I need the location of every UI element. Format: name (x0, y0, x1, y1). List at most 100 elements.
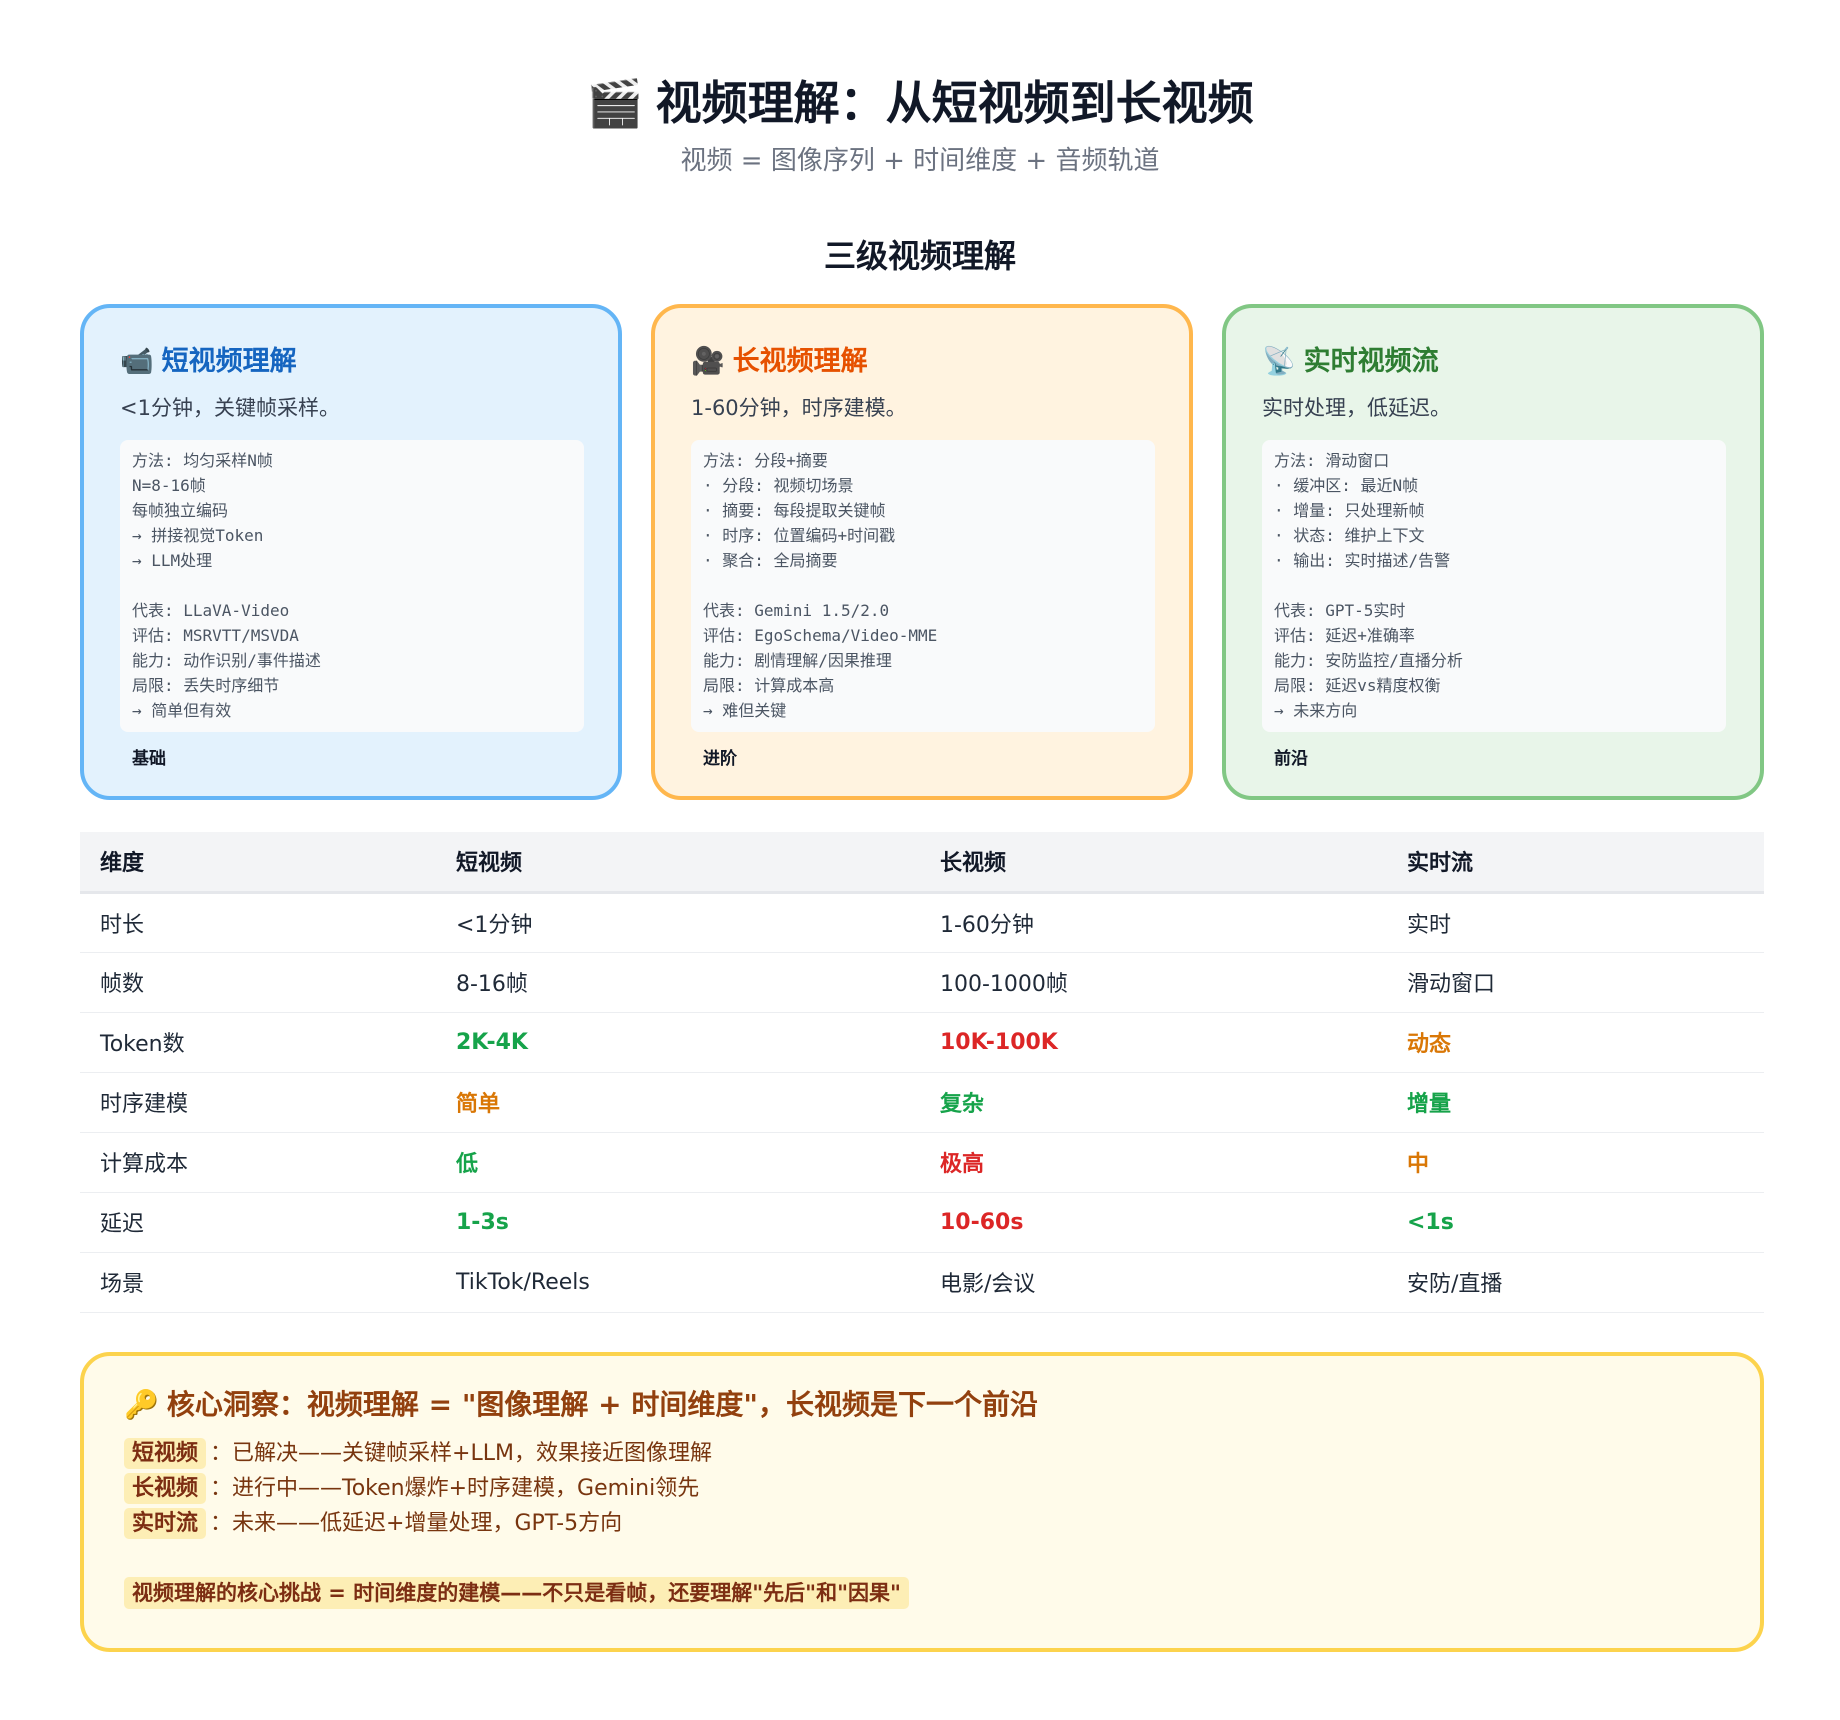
card-detail-line: · 状态: 维护上下文 (1274, 526, 1425, 545)
card-realtime-stream: 📡 实时视频流 实时处理，低延迟。 方法: 滑动窗口 · 缓冲区: 最近N帧 · … (1222, 304, 1764, 800)
section-title: 三级视频理解 (823, 237, 1016, 275)
card-detail-line: → 简单但有效 (132, 701, 232, 720)
table-cell: 10-60s (940, 1209, 1024, 1235)
table-cell-dimension: 时长 (100, 912, 145, 938)
table-cell: 实时 (1407, 912, 1452, 938)
table-header-cell: 短视频 (456, 851, 523, 877)
insight-tag: 实时流 (124, 1508, 207, 1539)
card-detail-line (703, 573, 1143, 598)
card-detail-line: 方法: 分段+摘要 (703, 451, 828, 470)
card-description: 1-60分钟，时序建模。 (691, 396, 907, 420)
table-cell: <1s (1407, 1209, 1454, 1235)
card-detail-line: 评估: EgoSchema/Video-MME (703, 626, 938, 645)
card-detail-box: 方法: 滑动窗口 · 缓冲区: 最近N帧 · 增量: 只处理新帧 · 状态: 维… (1262, 440, 1726, 732)
card-detail-box: 方法: 均匀采样N帧 N=8-16帧 每帧独立编码 → 拼接视觉Token → … (120, 440, 584, 732)
card-detail-line: 评估: MSRVTT/MSVDA (132, 626, 299, 645)
card-detail-line: 能力: 安防监控/直播分析 (1274, 651, 1463, 670)
card-detail-box: 方法: 分段+摘要 · 分段: 视频切场景 · 摘要: 每段提取关键帧 · 时序… (691, 440, 1155, 732)
card-detail-line: N=8-16帧 (132, 476, 206, 495)
tier-cards: 📹 短视频理解 <1分钟，关键帧采样。 方法: 均匀采样N帧 N=8-16帧 每帧… (80, 304, 1764, 800)
card-description: <1分钟，关键帧采样。 (120, 396, 340, 420)
table-cell: 电影/会议 (940, 1272, 1036, 1297)
table-header-cell: 实时流 (1407, 851, 1474, 877)
card-level-label: 前沿 (1274, 749, 1308, 769)
page-title: 🎬 视频理解：从短视频到长视频 (0, 70, 1840, 136)
table-cell: 增量 (1407, 1092, 1452, 1117)
insight-text: ：未来——低延迟+增量处理，GPT-5方向 (210, 1511, 623, 1536)
table-row: 计算成本 低 极高 中 (80, 1132, 1764, 1192)
insight-tag: 短视频 (124, 1438, 207, 1469)
card-detail-line (132, 573, 572, 598)
card-detail-line: 局限: 延迟vs精度权衡 (1274, 676, 1441, 695)
table-header-cell: 维度 (100, 851, 145, 877)
table-cell: 复杂 (940, 1092, 985, 1117)
table-cell: 滑动窗口 (1407, 972, 1496, 997)
card-detail-line: → 难但关键 (703, 701, 787, 720)
table-cell: 100-1000帧 (940, 972, 1068, 997)
card-detail-line: 局限: 计算成本高 (703, 676, 835, 695)
card-title: 🎥 长视频理解 (691, 342, 1153, 382)
insight-title-text: 核心洞察：视频理解 = "图像理解 + 时间维度"，长视频是下一个前沿 (166, 1388, 1038, 1421)
card-detail-line: 代表: LLaVA-Video (132, 601, 290, 620)
table-cell-dimension: 帧数 (100, 972, 145, 997)
table-cell: 1-60分钟 (940, 912, 1034, 938)
video-camera-icon: 📹 (120, 346, 154, 377)
table-cell: 10K-100K (940, 1029, 1058, 1055)
table-cell: 1-3s (456, 1209, 509, 1235)
table-cell: 中 (1407, 1152, 1430, 1177)
insight-lines: 短视频 ：已解决——关键帧采样+LLM，效果接近图像理解 长视频 ：进行中——Tok… (124, 1436, 1720, 1541)
comparison-table-grid: 维度 短视频 长视频 实时流 时长 <1分钟 1-60分钟 实时 帧数 8-16… (80, 832, 1764, 1313)
card-short-video: 📹 短视频理解 <1分钟，关键帧采样。 方法: 均匀采样N帧 N=8-16帧 每帧… (80, 304, 622, 800)
card-detail-line: 每帧独立编码 (132, 501, 229, 520)
card-description: 实时处理，低延迟。 (1262, 396, 1451, 420)
card-detail-line: 方法: 滑动窗口 (1274, 451, 1390, 470)
table-cell-dimension: Token数 (100, 1032, 185, 1057)
table-header-row: 维度 短视频 长视频 实时流 (80, 832, 1764, 892)
card-detail-line: · 增量: 只处理新帧 (1274, 501, 1425, 520)
card-detail-line: 能力: 动作识别/事件描述 (132, 651, 321, 670)
card-detail-line: 代表: GPT-5实时 (1274, 601, 1406, 620)
key-icon: 🔑 (124, 1388, 159, 1421)
table-row: 场景 TikTok/Reels 电影/会议 安防/直播 (80, 1252, 1764, 1312)
insight-tag: 长视频 (124, 1473, 207, 1504)
card-level-label: 基础 (132, 749, 166, 769)
table-row: Token数 2K-4K 10K-100K 动态 (80, 1012, 1764, 1072)
table-cell-dimension: 计算成本 (100, 1152, 189, 1177)
card-title-text: 短视频理解 (161, 346, 297, 377)
table-cell-dimension: 延迟 (100, 1212, 145, 1237)
card-detail-line: · 输出: 实时描述/告警 (1274, 551, 1451, 570)
card-detail-line: · 摘要: 每段提取关键帧 (703, 501, 886, 520)
card-title: 📹 短视频理解 (120, 342, 582, 382)
table-row: 帧数 8-16帧 100-1000帧 滑动窗口 (80, 952, 1764, 1012)
table-cell: 2K-4K (456, 1029, 528, 1055)
insight-title: 🔑 核心洞察：视频理解 = "图像理解 + 时间维度"，长视频是下一个前沿 (124, 1384, 1720, 1426)
page-subtitle: 视频 = 图像序列 + 时间维度 + 音频轨道 (680, 146, 1160, 176)
table-cell: 动态 (1407, 1032, 1452, 1057)
card-detail-line: 代表: Gemini 1.5/2.0 (703, 601, 890, 620)
card-detail-line: 方法: 均匀采样N帧 (132, 451, 273, 470)
card-detail-line: · 时序: 位置编码+时间戳 (703, 526, 896, 545)
table-cell-dimension: 时序建模 (100, 1092, 189, 1117)
table-cell: 安防/直播 (1407, 1272, 1503, 1297)
card-detail-line: · 分段: 视频切场景 (703, 476, 854, 495)
table-cell: 简单 (456, 1092, 501, 1117)
table-row: 时长 <1分钟 1-60分钟 实时 (80, 892, 1764, 952)
card-detail-line: → 未来方向 (1274, 701, 1358, 720)
card-level-label: 进阶 (703, 749, 737, 769)
insight-line: 实时流 ：未来——低延迟+增量处理，GPT-5方向 (124, 1506, 1720, 1541)
page: 🎬 视频理解：从短视频到长视频 视频 = 图像序列 + 时间维度 + 音频轨道 三… (0, 0, 1840, 1720)
satellite-antenna-icon: 📡 (1262, 346, 1296, 377)
table-cell: <1分钟 (456, 912, 533, 938)
table-cell: 极高 (940, 1152, 985, 1177)
card-detail-line (1274, 573, 1714, 598)
clapperboard-icon: 🎬 (586, 76, 644, 130)
card-detail-line: 评估: 延迟+准确率 (1274, 626, 1415, 645)
comparison-table: 维度 短视频 长视频 实时流 时长 <1分钟 1-60分钟 实时 帧数 8-16… (80, 832, 1764, 1313)
insight-line: 长视频 ：进行中——Token爆炸+时序建模，Gemini领先 (124, 1471, 1720, 1506)
card-detail-line: · 聚合: 全局摘要 (703, 551, 838, 570)
table-row: 时序建模 简单 复杂 增量 (80, 1072, 1764, 1132)
table-row: 延迟 1-3s 10-60s <1s (80, 1192, 1764, 1252)
table-header-cell: 长视频 (940, 851, 1007, 877)
card-detail-line: → 拼接视觉Token (132, 526, 264, 545)
card-title: 📡 实时视频流 (1262, 342, 1724, 382)
